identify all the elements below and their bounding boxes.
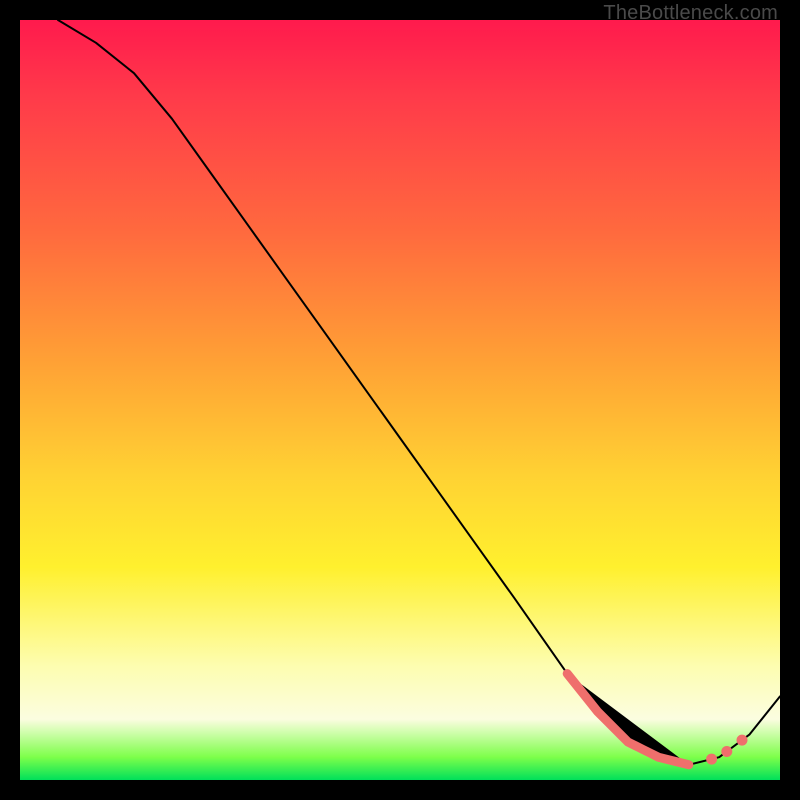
chart-svg [20,20,780,780]
highlight-point [706,754,717,765]
plot-area [20,20,780,780]
highlight-segment [567,674,689,765]
highlight-point [737,735,748,746]
highlight-point [721,746,732,757]
marker-layer [567,674,747,765]
curve-line [58,20,780,765]
chart-frame: TheBottleneck.com [0,0,800,800]
